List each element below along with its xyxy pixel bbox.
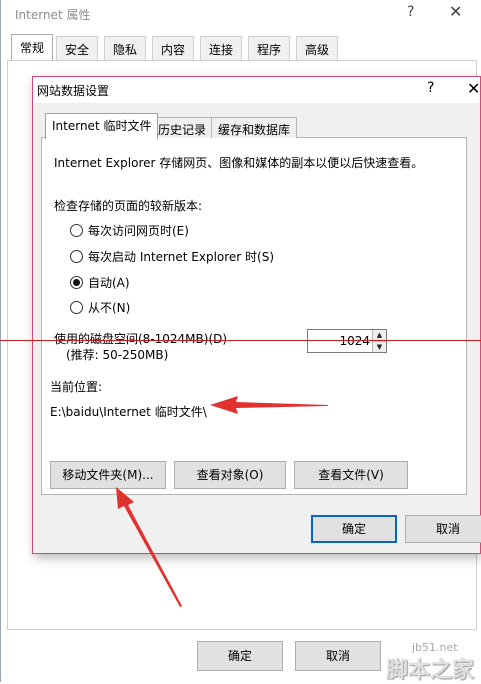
watermark-logo-text: 脚本之家 [386, 658, 475, 683]
tab-temp-files[interactable]: Internet 临时文件 [45, 113, 159, 139]
arrow-group [116, 396, 328, 607]
arrow-to-path [210, 396, 328, 414]
annotation-arrows [116, 396, 328, 607]
arrow-to-move-button [116, 487, 182, 607]
